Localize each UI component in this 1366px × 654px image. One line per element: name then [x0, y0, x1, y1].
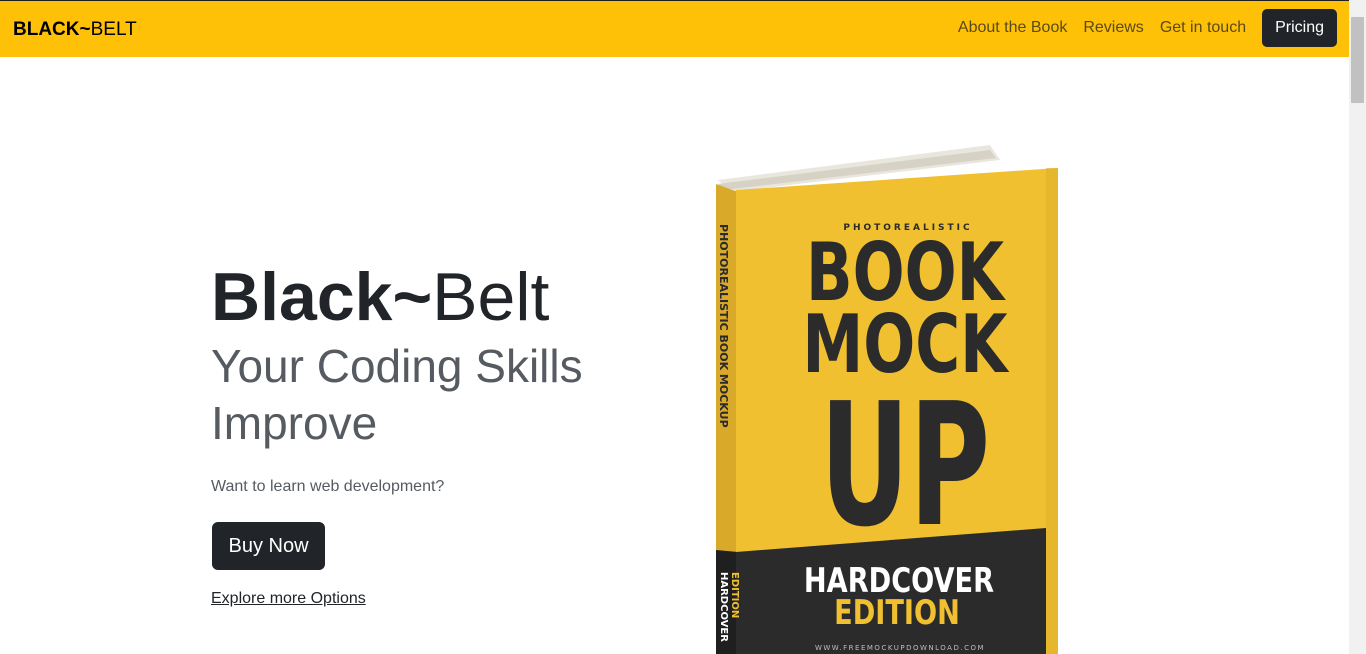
book-mockup-image: PHOTOREALISTIC BOOK MOCK UP HARDCOVER ED…	[716, 145, 1058, 654]
nav-link-contact[interactable]: Get in touch	[1160, 16, 1246, 40]
hero-subtitle: Your Coding Skills Improve	[211, 340, 583, 449]
book-edition-line2: EDITION	[834, 593, 960, 633]
book-spine-edition-1: HARDCOVER	[718, 572, 729, 642]
nav-link-about[interactable]: About the Book	[958, 16, 1067, 40]
nav-links: About the Book Reviews Get in touch Pric…	[958, 9, 1337, 47]
brand-bold: BLACK~	[13, 19, 91, 40]
nav-link-reviews[interactable]: Reviews	[1083, 16, 1143, 40]
buy-now-button[interactable]: Buy Now	[212, 522, 325, 570]
brand-light: BELT	[90, 19, 137, 40]
book-title-line3: UP	[820, 367, 990, 564]
page: BLACK~BELT About the Book Reviews Get in…	[0, 0, 1366, 654]
hero-title-bold: Black~	[211, 259, 433, 335]
navbar: BLACK~BELT About the Book Reviews Get in…	[0, 0, 1349, 57]
scrollbar-thumb[interactable]	[1351, 17, 1364, 103]
book-url: WWW.FREEMOCKUPDOWNLOAD.COM	[815, 644, 985, 652]
pricing-button[interactable]: Pricing	[1262, 9, 1337, 47]
hero-title: Black~Belt	[211, 256, 549, 338]
explore-options-link[interactable]: Explore more Options	[211, 588, 366, 610]
brand-logo[interactable]: BLACK~BELT	[13, 18, 137, 42]
hero-lead: Want to learn web development?	[211, 478, 445, 495]
book-spine-text: PHOTOREALISTIC BOOK MOCKUP	[717, 224, 730, 428]
book-spine-edition-2: EDITION	[729, 572, 740, 618]
page-scrollbar[interactable]	[1349, 0, 1366, 654]
hero-title-light: Belt	[432, 259, 550, 335]
